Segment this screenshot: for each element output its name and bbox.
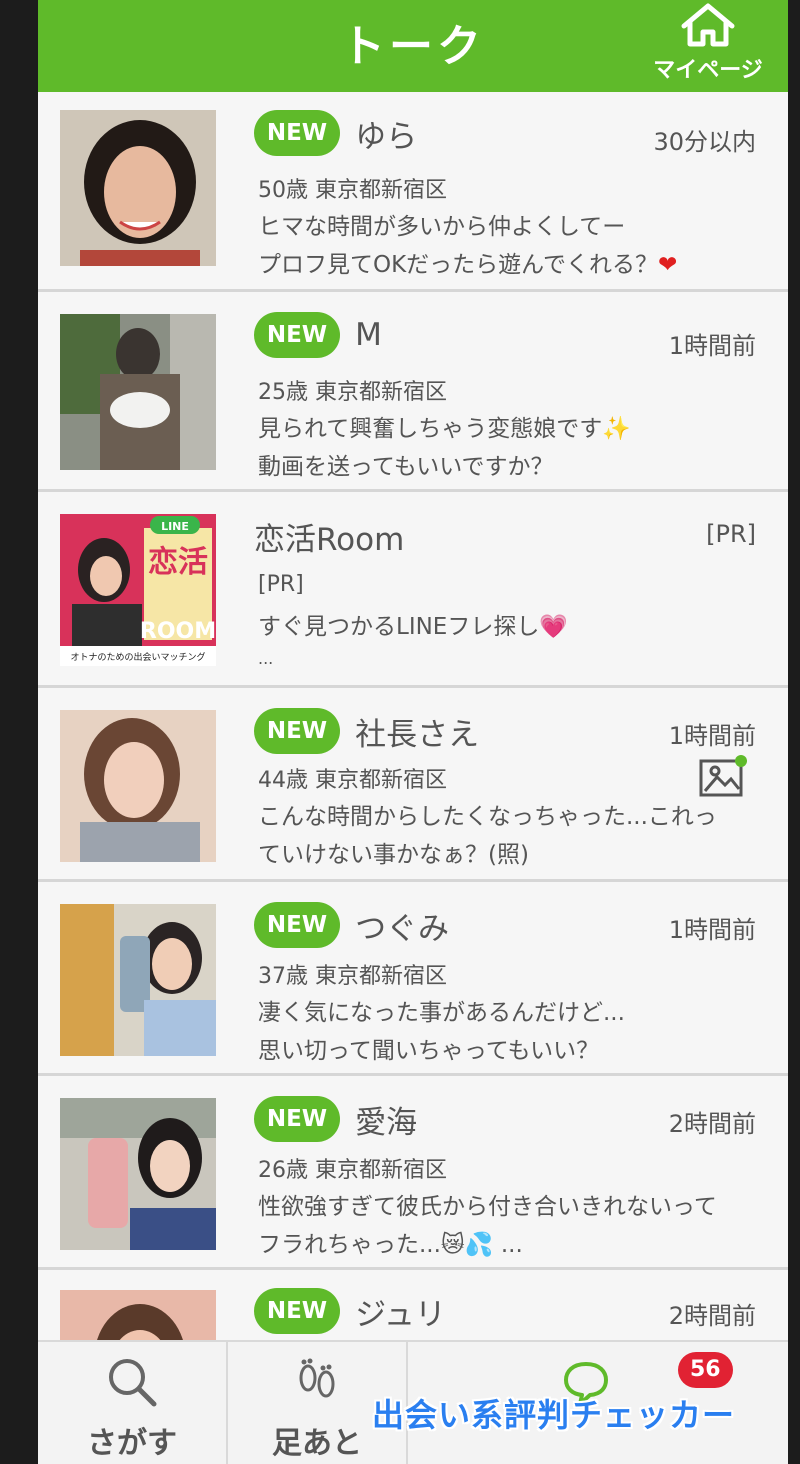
message-preview: こんな時間からしたくなっちゃった...これっ ていけない事かなぁ？(照) — [258, 798, 778, 874]
message-line-2: 動画を送ってもいいですか？ — [258, 454, 554, 480]
profile-meta: 25歳 東京都新宿区 — [258, 380, 447, 405]
timestamp: 30分以内 — [653, 128, 756, 156]
ad-caption: オトナのための出会いマッチング — [70, 651, 205, 663]
message-line-1: 見られて興奮しちゃう変態娘です✨ — [258, 416, 631, 442]
user-name: つぐみ — [355, 910, 450, 947]
conversation-item[interactable]: NEW つぐみ 1時間前 37歳 東京都新宿区 凄く気になった事があるんだけど.… — [38, 882, 788, 1076]
conversation-item[interactable]: NEW ジュリ 2時間前 — [38, 1270, 788, 1340]
avatar — [60, 1098, 216, 1250]
timestamp: 2時間前 — [668, 1110, 756, 1138]
name-line: NEW ジュリ — [254, 1288, 446, 1336]
name-line: NEW つぐみ — [254, 902, 449, 950]
conversation-list[interactable]: NEW ゆら 30分以内 50歳 東京都新宿区 ヒマな時間が多いから仲よくしてー… — [38, 92, 788, 1340]
tab-search-label: さがす — [87, 1426, 177, 1461]
avatar — [60, 314, 216, 470]
conversation-item[interactable]: NEW ゆら 30分以内 50歳 東京都新宿区 ヒマな時間が多いから仲よくしてー… — [38, 92, 788, 292]
home-icon — [638, 2, 778, 48]
ad-thumbnail: LINE 恋活 ROOM オトナのための出会いマッチング — [60, 514, 216, 666]
timestamp: 2時間前 — [668, 1302, 756, 1330]
message-preview: ヒマな時間が多いから仲よくしてー プロフ見てOKだったら遊んでくれる？❤ — [258, 208, 758, 284]
search-icon — [38, 1354, 226, 1410]
user-name: 愛海 — [355, 1104, 418, 1141]
message-preview: すぐ見つかるLINEフレ探し💗 ... — [258, 608, 758, 672]
mypage-label: マイページ — [653, 58, 763, 83]
new-badge: NEW — [254, 708, 340, 754]
message-line-1: 凄く気になった事があるんだけど... — [258, 1000, 625, 1026]
timestamp: 1時間前 — [668, 332, 756, 360]
new-badge: NEW — [254, 1096, 340, 1142]
tab-search[interactable]: さがす — [38, 1342, 228, 1464]
watermark-text: 出会い系評判チェッカー — [372, 1396, 736, 1434]
message-preview: 見られて興奮しちゃう変態娘です✨ 動画を送ってもいいですか？ — [258, 410, 758, 486]
mypage-button[interactable]: マイページ — [638, 0, 778, 92]
message-line-1: 性欲強すぎて彼氏から付き合いきれないって — [258, 1194, 717, 1220]
new-badge: NEW — [254, 902, 340, 948]
profile-meta: 37歳 東京都新宿区 — [258, 964, 447, 989]
ad-room-text: ROOM — [140, 619, 216, 644]
profile-meta: 44歳 東京都新宿区 — [258, 768, 447, 793]
user-name: 社長さえ — [355, 716, 480, 753]
conversation-item-pr[interactable]: LINE 恋活 ROOM オトナのための出会いマッチング 恋活Room [PR]… — [38, 492, 788, 688]
image-attachment-icon — [698, 754, 748, 804]
message-line-1: すぐ見つかるLINEフレ探し💗 — [258, 614, 568, 640]
name-line: NEW 社長さえ — [254, 708, 479, 756]
conversation-item[interactable]: NEW 愛海 2時間前 26歳 東京都新宿区 性欲強すぎて彼氏から付き合いきれな… — [38, 1076, 788, 1270]
pr-label: [PR] — [706, 520, 756, 548]
profile-meta: [PR] — [258, 572, 304, 597]
message-line-2: ... — [258, 649, 274, 668]
message-line-1: こんな時間からしたくなっちゃった...これっ — [258, 804, 717, 830]
user-name: 恋活Room — [254, 522, 405, 558]
message-preview: 凄く気になった事があるんだけど... 思い切って聞いちゃってもいい？ — [258, 994, 758, 1070]
timestamp: 1時間前 — [668, 916, 756, 944]
ad-big-text: 恋活 — [148, 545, 208, 580]
user-name: ゆら — [355, 118, 418, 155]
new-badge: NEW — [254, 312, 340, 358]
top-header: トーク マイページ — [38, 0, 788, 92]
conversation-item[interactable]: NEW 社長さえ 1時間前 44歳 東京都新宿区 こんな時間からしたくなっちゃっ… — [38, 688, 788, 882]
new-badge: NEW — [254, 110, 340, 156]
message-line-2: フラれちゃった...😿💦 ... — [258, 1232, 523, 1258]
heart-emoji: ❤ — [658, 252, 678, 278]
new-badge: NEW — [254, 1288, 340, 1334]
avatar — [60, 904, 216, 1056]
avatar — [60, 110, 216, 266]
message-line-1: ヒマな時間が多いから仲よくしてー — [258, 214, 626, 240]
name-line: NEW M — [254, 312, 382, 360]
message-line-2: 思い切って聞いちゃってもいい？ — [258, 1038, 600, 1064]
app-screen: トーク マイページ NEW ゆら 30分以内 50歳 東京都新宿区 ヒマな時間が… — [38, 0, 788, 1464]
message-line-2-text: プロフ見てOKだったら遊んでくれる？ — [258, 252, 659, 278]
avatar — [60, 710, 216, 862]
profile-meta: 26歳 東京都新宿区 — [258, 1158, 447, 1183]
avatar — [60, 1290, 216, 1340]
conversation-item[interactable]: NEW M 1時間前 25歳 東京都新宿区 見られて興奮しちゃう変態娘です✨ 動… — [38, 292, 788, 492]
message-preview: 性欲強すぎて彼氏から付き合いきれないって フラれちゃった...😿💦 ... — [258, 1188, 768, 1264]
name-line: 恋活Room — [254, 514, 404, 562]
message-line-2: プロフ見てOKだったら遊んでくれる？❤ — [258, 246, 758, 284]
user-name: M — [355, 317, 382, 353]
ad-line-label: LINE — [161, 520, 189, 533]
unread-count-badge: 56 — [678, 1352, 733, 1388]
name-line: NEW ゆら — [254, 110, 417, 158]
message-line-2: ていけない事かなぁ？(照) — [258, 842, 529, 868]
name-line: NEW 愛海 — [254, 1096, 417, 1144]
profile-meta: 50歳 東京都新宿区 — [258, 178, 447, 203]
user-name: ジュリ — [355, 1296, 446, 1333]
timestamp: 1時間前 — [668, 722, 756, 750]
